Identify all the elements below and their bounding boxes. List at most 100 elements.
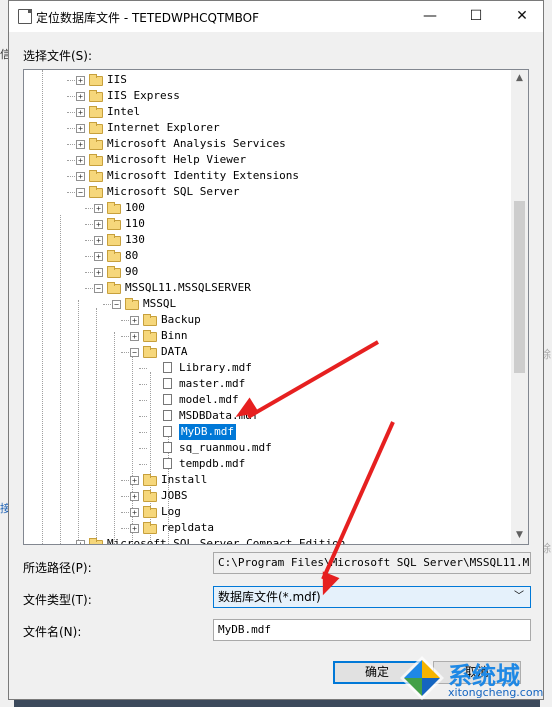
folder-icon [143,522,157,534]
tree-item-label: 100 [125,201,145,214]
folder-icon [143,506,157,518]
tree-item-label: model.mdf [179,393,239,406]
tree-guide-line [121,480,129,481]
tree-item-label: repldata [161,521,214,534]
tree-guide-line [85,208,93,209]
tree-folder-item[interactable]: − MSSQL11.MSSQLSERVER [24,280,510,296]
tree-folder-item[interactable]: + IIS Express [24,88,510,104]
tree-folder-item[interactable]: + Log [24,504,510,520]
tree-folder-item[interactable]: +130 [24,232,510,248]
tree-folder-item[interactable]: − MSSQL [24,296,510,312]
tree-item-label: Backup [161,313,201,326]
file-name-field[interactable]: MyDB.mdf [213,619,531,641]
tree-file-item[interactable]: MSDBData.mdf [24,408,510,424]
expand-icon[interactable]: + [76,92,85,101]
maximize-button[interactable]: ☐ [453,1,499,32]
expand-icon[interactable]: + [94,236,103,245]
title-bar: 定位数据库文件 - TETEDWPHCQTMBOF — ☐ ✕ [9,1,543,32]
tree-item-label: Microsoft Help Viewer [107,153,247,166]
tree-guide-line [139,464,147,465]
tree-file-item[interactable]: MyDB.mdf [24,424,510,440]
expand-icon[interactable]: + [130,524,139,533]
collapse-icon[interactable]: − [76,188,85,197]
tree-item-label: MSSQL [143,297,177,310]
expand-icon[interactable]: + [76,108,85,117]
tree-folder-item[interactable]: + Microsoft SQL Server Compact Edition [24,536,510,545]
expand-icon[interactable]: + [130,332,139,341]
tree-guide-line [67,128,75,129]
tree-folder-item[interactable]: + Install [24,472,510,488]
expand-icon[interactable]: + [76,156,85,165]
expand-icon[interactable]: + [130,316,139,325]
collapse-icon[interactable]: − [112,300,121,309]
folder-icon [107,250,121,262]
tree-item-label: Microsoft SQL Server Compact Edition [107,537,346,545]
collapse-icon[interactable]: − [94,284,103,293]
expand-icon[interactable]: + [94,220,103,229]
expand-icon[interactable]: + [76,76,85,85]
tree-folder-item[interactable]: − DATA [24,344,510,360]
tree-guide-line [67,176,75,177]
tree-guide-line [67,160,75,161]
tree-folder-item[interactable]: + Microsoft Analysis Services [24,136,510,152]
tree-folder-item[interactable]: +80 [24,248,510,264]
file-tree[interactable]: + IIS + IIS Express + Intel + Internet Explorer… [23,69,529,545]
tree-folder-item[interactable]: + repldata [24,520,510,536]
tree-folder-item[interactable]: +90 [24,264,510,280]
tree-file-item[interactable]: Library.mdf [24,360,510,376]
expand-icon[interactable]: + [76,140,85,149]
tree-file-item[interactable]: sq_ruanmou.mdf [24,440,510,456]
expand-icon[interactable]: + [76,172,85,181]
tree-folder-item[interactable]: + Intel [24,104,510,120]
expand-icon[interactable]: + [94,204,103,213]
tree-item-label: tempdb.mdf [179,457,246,470]
expand-icon[interactable]: + [130,492,139,501]
tree-guide-line [121,320,129,321]
scroll-up-icon[interactable]: ▲ [511,70,528,87]
expand-icon[interactable]: + [76,124,85,133]
close-button[interactable]: ✕ [499,1,543,32]
scroll-thumb[interactable] [514,201,525,373]
tree-item-label: master.mdf [179,377,246,390]
scroll-down-icon[interactable]: ▼ [511,527,528,544]
file-icon [163,378,172,389]
tree-folder-item[interactable]: + Backup [24,312,510,328]
file-name-label: 文件名(N): [23,625,82,639]
expand-icon[interactable]: + [94,268,103,277]
minimize-button[interactable]: — [407,1,453,32]
folder-icon [89,106,103,118]
tree-file-item[interactable]: master.mdf [24,376,510,392]
expand-icon[interactable]: + [76,540,85,544]
expand-icon[interactable]: + [130,476,139,485]
tree-folder-item[interactable]: + IIS [24,72,510,88]
tree-folder-item[interactable]: + Internet Explorer [24,120,510,136]
expand-icon[interactable]: + [130,508,139,517]
tree-folder-item[interactable]: + JOBS [24,488,510,504]
tree-file-item[interactable]: tempdb.mdf [24,456,510,472]
tree-folder-item[interactable]: +110 [24,216,510,232]
tree-folder-item[interactable]: +100 [24,200,510,216]
chevron-down-icon[interactable]: ﹀ [514,587,524,607]
tree-folder-item[interactable]: + Microsoft Help Viewer [24,152,510,168]
folder-icon [89,186,103,198]
tree-guide-line [121,352,129,353]
folder-icon [89,90,103,102]
folder-icon [107,202,121,214]
folder-icon [107,234,121,246]
tree-item-label: MyDB.mdf [179,424,236,440]
app-icon [18,9,32,24]
tree-guide-line [121,336,129,337]
tree-item-label: Install [161,473,208,486]
tree-guide-line [139,384,147,385]
tree-item-label: sq_ruanmou.mdf [179,441,272,454]
tree-folder-item[interactable]: − Microsoft SQL Server [24,184,510,200]
collapse-icon[interactable]: − [130,348,139,357]
tree-item-label: Microsoft SQL Server [107,185,240,198]
tree-folder-item[interactable]: + Binn [24,328,510,344]
vertical-scrollbar[interactable]: ▲ ▼ [511,70,528,544]
folder-icon [107,218,121,230]
file-type-dropdown[interactable]: 数据库文件(*.mdf) ﹀ [213,586,531,608]
expand-icon[interactable]: + [94,252,103,261]
tree-item-label: 130 [125,233,145,246]
tree-folder-item[interactable]: + Microsoft Identity Extensions [24,168,510,184]
